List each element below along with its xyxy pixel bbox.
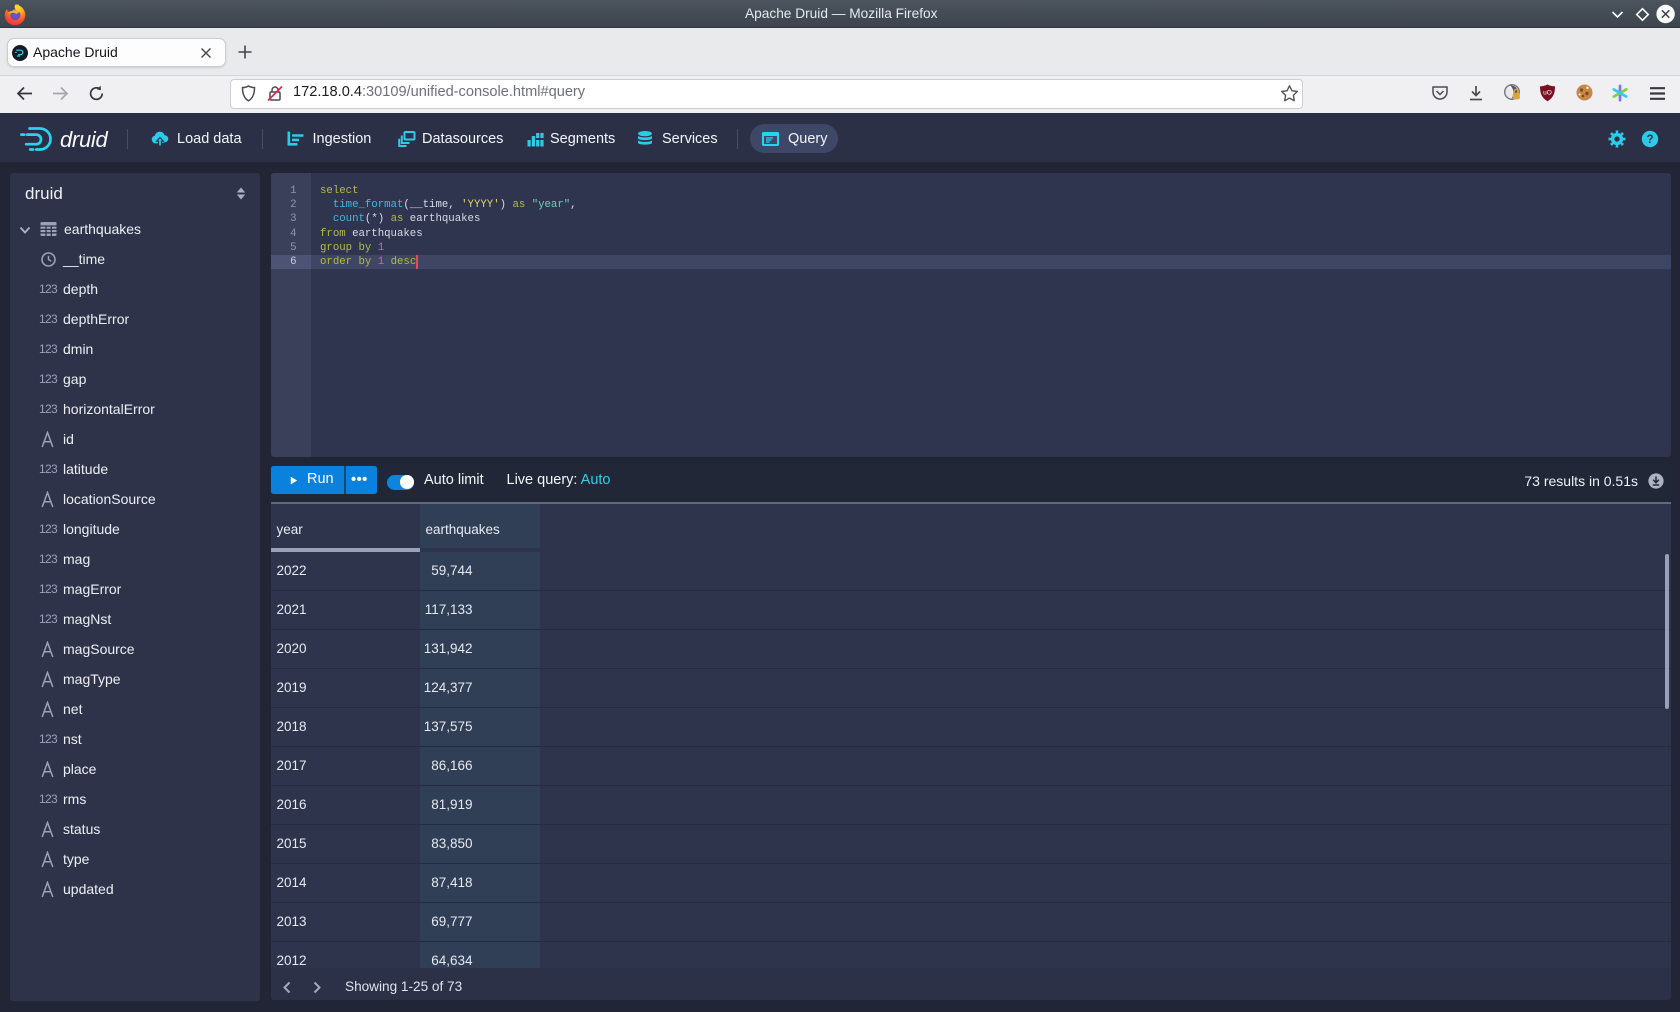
svg-text:uO: uO	[1543, 90, 1552, 97]
svg-text:?: ?	[1646, 134, 1653, 146]
